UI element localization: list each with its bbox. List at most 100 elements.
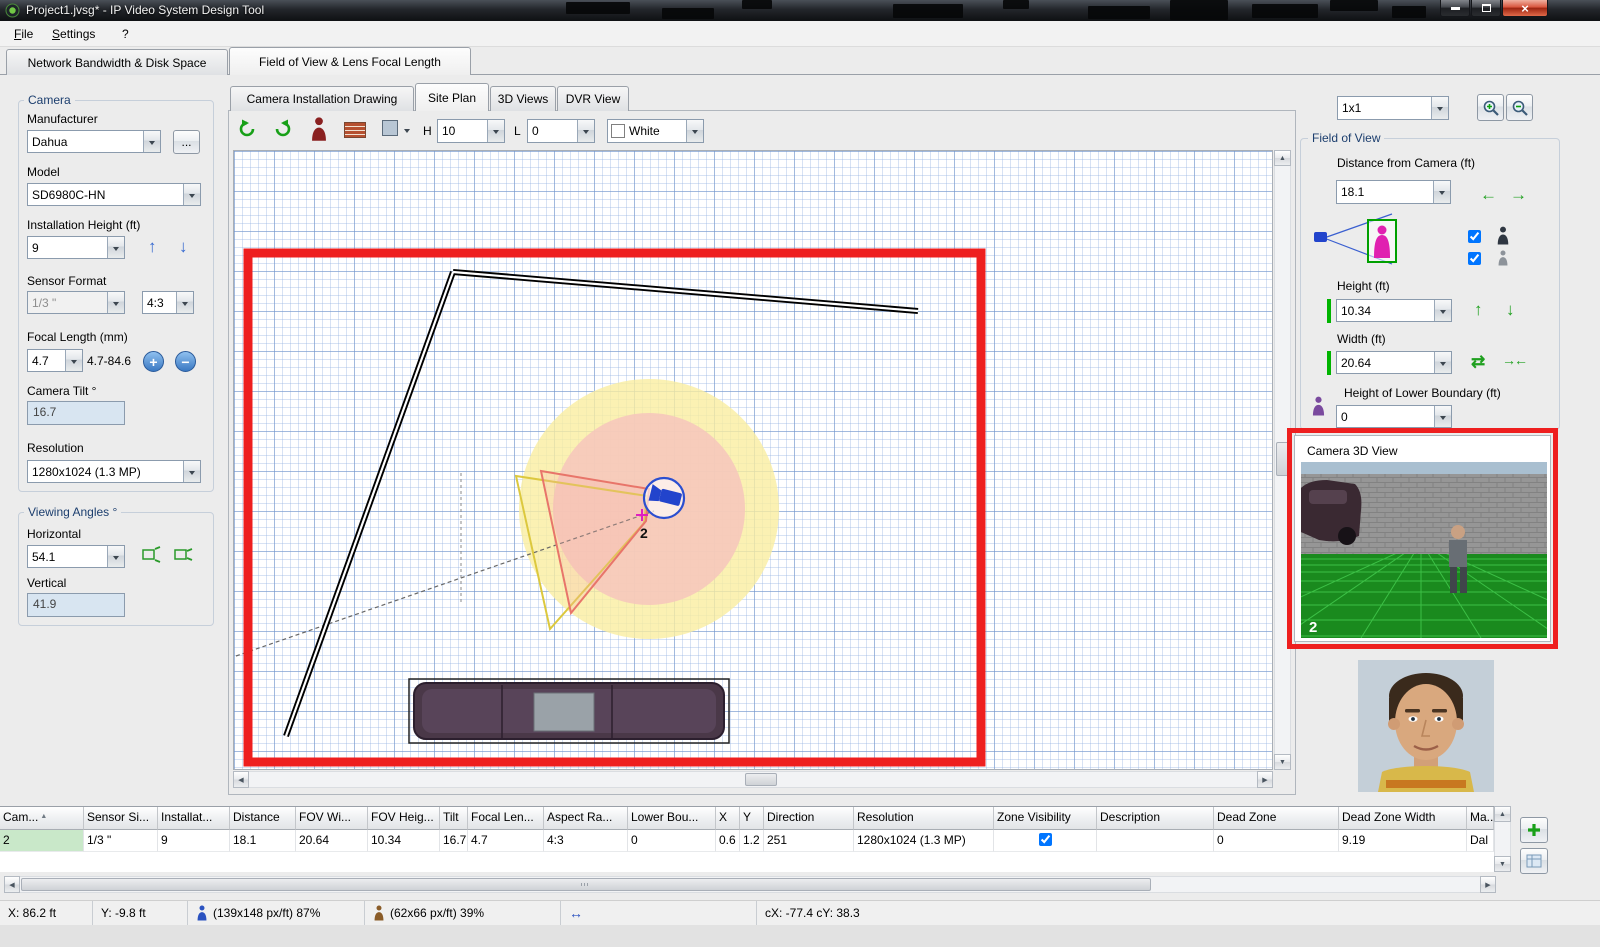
fov-width-shrink-icon[interactable]: →← xyxy=(1502,353,1526,367)
col-lower-boundary[interactable]: Lower Bou... xyxy=(628,807,716,830)
height-down-icon[interactable]: ↓ xyxy=(179,238,188,255)
col-camera[interactable]: Cam...▲ xyxy=(0,807,84,830)
model-select[interactable]: SD6980C-HN xyxy=(27,183,201,206)
tab-network-bandwidth[interactable]: Network Bandwidth & Disk Space xyxy=(6,49,228,75)
canvas-hscroll-thumb[interactable] xyxy=(745,773,777,786)
cell-direction[interactable]: 251 xyxy=(764,830,854,852)
horizontal-angle-select[interactable]: 54.1 xyxy=(27,545,125,568)
col-aspect-ratio[interactable]: Aspect Ra... xyxy=(544,807,628,830)
canvas-scroll-right-icon[interactable]: ▶ xyxy=(1257,771,1273,788)
col-sensor-size[interactable]: Sensor Si... xyxy=(84,807,158,830)
show-small-person-checkbox[interactable] xyxy=(1468,252,1481,265)
col-manufacturer[interactable]: Ma... xyxy=(1467,807,1494,830)
col-resolution[interactable]: Resolution xyxy=(854,807,994,830)
cell-fov-height[interactable]: 10.34 xyxy=(368,830,440,852)
cell-aspect-ratio[interactable]: 4:3 xyxy=(544,830,628,852)
col-y[interactable]: Y xyxy=(740,807,764,830)
rotate-cw-icon[interactable] xyxy=(272,118,294,140)
fov-height-up-icon[interactable]: ↑ xyxy=(1474,301,1483,318)
cell-dead-zone[interactable]: 0 xyxy=(1214,830,1339,852)
table-scroll-down-icon[interactable]: ▼ xyxy=(1494,856,1511,872)
col-x[interactable]: X xyxy=(716,807,740,830)
menu-settings[interactable]: Settings xyxy=(42,24,105,44)
wall-lower-select[interactable]: 0 xyxy=(527,119,595,143)
aspect-ratio-select[interactable]: 4:3 xyxy=(142,291,194,314)
col-zone-visibility[interactable]: Zone Visibility xyxy=(994,807,1097,830)
cell-manufacturer[interactable]: Dal xyxy=(1467,830,1494,852)
cell-description[interactable] xyxy=(1097,830,1214,852)
col-fov-height[interactable]: FOV Heig... xyxy=(368,807,440,830)
close-button[interactable]: × xyxy=(1502,0,1548,17)
tab-field-of-view[interactable]: Field of View & Lens Focal Length xyxy=(229,47,471,75)
fill-region-icon[interactable] xyxy=(382,120,398,136)
focal-increase-button[interactable]: + xyxy=(143,351,164,372)
col-distance[interactable]: Distance xyxy=(230,807,296,830)
cell-camera[interactable]: 2 xyxy=(0,830,84,852)
canvas-scroll-down-icon[interactable]: ▼ xyxy=(1274,754,1291,770)
window-scroll-right-icon[interactable]: ▶ xyxy=(1480,876,1496,893)
col-direction[interactable]: Direction xyxy=(764,807,854,830)
cell-y[interactable]: 1.2 xyxy=(740,830,764,852)
focal-decrease-button[interactable]: − xyxy=(175,351,196,372)
grid-layout-select[interactable]: 1x1 xyxy=(1337,96,1449,120)
canvas-scroll-up-icon[interactable]: ▲ xyxy=(1274,150,1291,166)
add-person-icon[interactable] xyxy=(310,116,328,142)
cell-x[interactable]: 0.6 xyxy=(716,830,740,852)
col-tilt[interactable]: Tilt xyxy=(440,807,468,830)
rotate-ccw-icon[interactable] xyxy=(236,118,258,140)
window-hscroll-thumb[interactable] xyxy=(21,878,1151,891)
tab-dvr-view[interactable]: DVR View xyxy=(557,86,629,111)
col-focal-length[interactable]: Focal Len... xyxy=(468,807,544,830)
cell-fov-width[interactable]: 20.64 xyxy=(296,830,368,852)
col-installation[interactable]: Installat... xyxy=(158,807,230,830)
wall-color-select[interactable]: White xyxy=(607,119,704,143)
widen-angle-icon[interactable] xyxy=(142,546,162,564)
maximize-button[interactable] xyxy=(1471,0,1501,17)
cell-lower-boundary[interactable]: 0 xyxy=(628,830,716,852)
fov-width-select[interactable]: 20.64 xyxy=(1336,351,1452,374)
camera-tilt-field[interactable]: 16.7 xyxy=(27,401,125,425)
add-camera-button[interactable] xyxy=(1520,817,1548,843)
lower-boundary-select[interactable]: 0 xyxy=(1336,405,1452,428)
menu-help[interactable]: ? xyxy=(112,24,139,44)
table-options-button[interactable] xyxy=(1520,848,1548,874)
show-large-person-checkbox[interactable] xyxy=(1468,230,1481,243)
tab-site-plan[interactable]: Site Plan xyxy=(415,83,489,111)
sensor-format-select[interactable]: 1/3 " xyxy=(27,291,125,314)
focal-length-select[interactable]: 4.7 xyxy=(27,349,83,372)
cell-distance[interactable]: 18.1 xyxy=(230,830,296,852)
zoom-out-button[interactable] xyxy=(1506,94,1533,121)
wall-height-select[interactable]: 10 xyxy=(437,119,505,143)
minimize-button[interactable] xyxy=(1440,0,1470,17)
col-dead-zone-width[interactable]: Dead Zone Width xyxy=(1339,807,1467,830)
fov-height-select[interactable]: 10.34 xyxy=(1336,299,1452,322)
fov-height-down-icon[interactable]: ↓ xyxy=(1506,301,1515,318)
col-fov-width[interactable]: FOV Wi... xyxy=(296,807,368,830)
distance-decrease-icon[interactable]: ← xyxy=(1480,186,1497,203)
cell-resolution[interactable]: 1280x1024 (1.3 MP) xyxy=(854,830,994,852)
installation-height-select[interactable]: 9 xyxy=(27,236,125,259)
height-up-icon[interactable]: ↑ xyxy=(148,238,157,255)
menu-file[interactable]: File xyxy=(4,24,43,44)
zone-visibility-checkbox[interactable] xyxy=(1039,833,1052,846)
cell-sensor-size[interactable]: 1/3 " xyxy=(84,830,158,852)
distance-select[interactable]: 18.1 xyxy=(1336,180,1451,204)
narrow-angle-icon[interactable] xyxy=(174,546,194,564)
zoom-in-button[interactable] xyxy=(1477,94,1504,121)
tab-3d-views[interactable]: 3D Views xyxy=(490,86,556,111)
vertical-angle-field[interactable]: 41.9 xyxy=(27,593,125,617)
cell-dead-zone-width[interactable]: 9.19 xyxy=(1339,830,1467,852)
cell-tilt[interactable]: 16.7 xyxy=(440,830,468,852)
fill-region-dropdown-icon[interactable] xyxy=(404,129,410,136)
cell-installation[interactable]: 9 xyxy=(158,830,230,852)
cell-focal-length[interactable]: 4.7 xyxy=(468,830,544,852)
tab-camera-installation-drawing[interactable]: Camera Installation Drawing xyxy=(230,86,414,111)
distance-increase-icon[interactable]: → xyxy=(1510,186,1527,203)
manufacturer-select[interactable]: Dahua xyxy=(27,130,161,153)
site-plan-canvas[interactable]: 2 xyxy=(233,150,1273,770)
fov-width-expand-icon[interactable]: ⇄ xyxy=(1471,353,1485,370)
browse-manufacturer-button[interactable]: ... xyxy=(173,130,200,154)
canvas-scroll-left-icon[interactable]: ◀ xyxy=(233,771,249,788)
col-dead-zone[interactable]: Dead Zone xyxy=(1214,807,1339,830)
add-wall-icon[interactable] xyxy=(344,122,366,138)
